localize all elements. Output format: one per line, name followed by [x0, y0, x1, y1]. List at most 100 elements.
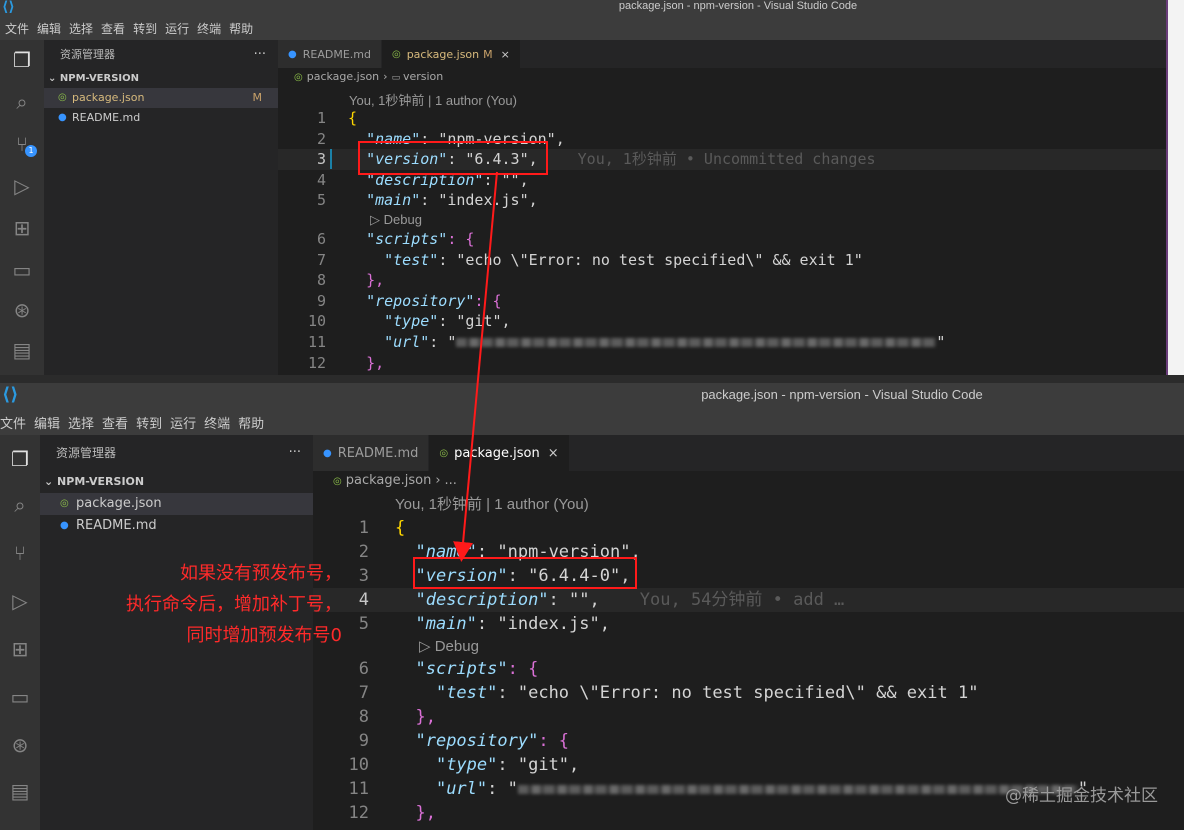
menu-bar: 文件 编辑 选择 查看 转到 运行 终端 帮助 — [0, 407, 1184, 435]
tab-package-json[interactable]: ◎ package.json × — [429, 435, 570, 471]
menu-file[interactable]: 文件 — [5, 14, 37, 40]
explorer-icon[interactable]: ❐ — [0, 48, 44, 72]
json-value: "echo \"Error: no test specified\" && ex… — [517, 683, 979, 703]
json-icon: ◎ — [58, 92, 67, 103]
close-icon[interactable]: × — [548, 446, 559, 461]
menu-selection[interactable]: 选择 — [69, 14, 101, 40]
chevron-right-icon: › — [435, 473, 441, 488]
search-icon[interactable]: ⌕ — [0, 90, 44, 114]
file-item-readme[interactable]: ● README.md — [40, 515, 313, 537]
json-value: "" — [569, 590, 590, 610]
breadcrumb-file[interactable]: package.json — [307, 70, 379, 83]
more-actions-icon[interactable]: ··· — [289, 435, 301, 471]
menu-file[interactable]: 文件 — [0, 407, 34, 435]
file-name: README.md — [72, 111, 141, 124]
menu-go[interactable]: 转到 — [136, 407, 170, 435]
json-key: "main" — [366, 191, 421, 210]
window-title: package.json - npm-version - Visual Stud… — [618, 0, 858, 12]
json-key: "test" — [384, 250, 439, 269]
git-graph-icon[interactable]: ⊛ — [0, 733, 40, 757]
line-number: 1 — [316, 109, 326, 127]
git-blame-annotation: You, 1秒钟前 • Uncommitted changes — [577, 150, 876, 169]
menu-help[interactable]: 帮助 — [229, 14, 261, 40]
tab-modified-badge: M — [483, 47, 493, 61]
menu-terminal[interactable]: 终端 — [204, 407, 238, 435]
title-bar: ⟨⟩ package.json - npm-version - Visual S… — [0, 0, 1166, 14]
menu-help[interactable]: 帮助 — [238, 407, 272, 435]
tab-readme[interactable]: ● README.md — [313, 435, 430, 471]
menu-selection[interactable]: 选择 — [68, 407, 102, 435]
code-line: 9 "repository": { — [278, 291, 1166, 312]
menu-view[interactable]: 查看 — [102, 407, 136, 435]
explorer-icon[interactable]: ❐ — [0, 447, 40, 471]
more-actions-icon[interactable]: ··· — [254, 40, 266, 70]
folder-name: NPM-VERSION — [57, 475, 145, 488]
breadcrumb: ◎ package.json ›... — [313, 473, 1184, 493]
editor-area: ● README.md ◎ package.json M × ◎ package.… — [278, 40, 1166, 375]
file-item-package-json[interactable]: ◎ package.json — [40, 493, 313, 515]
code-line: 10 "type": "git", — [313, 753, 1184, 777]
menu-run[interactable]: 运行 — [170, 407, 204, 435]
run-debug-icon[interactable]: ▷ — [0, 589, 40, 613]
line-number: 12 — [307, 353, 326, 372]
json-key: "main" — [415, 614, 477, 634]
json-value: "index.js" — [438, 191, 529, 210]
line-number: 8 — [358, 707, 369, 727]
codelens-author[interactable]: You, 1秒钟前 | 1 author (You) — [349, 90, 517, 109]
debug-codelens-line: ▷ Debug — [313, 636, 1184, 657]
code-line: 5 "main": "index.js", — [278, 190, 1166, 211]
extensions-icon[interactable]: ⊞ — [0, 637, 40, 661]
menu-edit[interactable]: 编辑 — [37, 14, 69, 40]
git-graph-icon[interactable]: ⊛ — [0, 298, 44, 322]
folder-section[interactable]: ⌄ NPM-VERSION — [44, 70, 278, 88]
debug-codelens[interactable]: ▷ Debug — [419, 636, 479, 657]
json-icon: ◎ — [439, 447, 449, 459]
file-name: package.json — [76, 496, 162, 511]
window-title: package.json - npm-version - Visual Stud… — [701, 387, 983, 402]
source-control-icon[interactable]: ⑂ — [0, 541, 40, 565]
line-number: 10 — [307, 312, 326, 331]
code-line: 12 }, — [278, 353, 1166, 374]
file-item-package-json[interactable]: ◎ package.json M — [44, 88, 278, 108]
json-value: "echo \"Error: no test specified\" && ex… — [456, 250, 863, 269]
code-text: { — [348, 109, 358, 127]
info-icon: ● — [60, 520, 69, 531]
codelens-author[interactable]: You, 1秒钟前 | 1 author (You) — [395, 493, 589, 514]
json-icon: ◎ — [333, 476, 342, 487]
source-control-icon[interactable]: ⑂ — [0, 132, 44, 156]
editor-area: ● README.md ◎ package.json × ◎ package.js… — [313, 435, 1184, 830]
json-icon: ◎ — [391, 48, 401, 60]
file-item-readme[interactable]: ● README.md — [44, 108, 278, 128]
breadcrumb-symbol[interactable]: version — [403, 70, 443, 83]
remote-explorer-icon[interactable]: ▭ — [0, 685, 40, 709]
code-line: 11 "url": " " — [278, 332, 1166, 353]
code-line: 7 "test": "echo \"Error: no test specifi… — [278, 250, 1166, 271]
json-value: "git" — [456, 312, 502, 331]
menu-edit[interactable]: 编辑 — [34, 407, 68, 435]
redacted-url — [517, 784, 1078, 794]
extensions-icon[interactable]: ⊞ — [0, 216, 44, 240]
menu-view[interactable]: 查看 — [101, 14, 133, 40]
run-debug-icon[interactable]: ▷ — [0, 174, 44, 198]
breadcrumb-file[interactable]: package.json — [346, 473, 432, 488]
editor-tabs: ● README.md ◎ package.json × — [313, 435, 1184, 471]
tab-package-json[interactable]: ◎ package.json M × — [381, 40, 521, 68]
close-icon[interactable]: × — [501, 48, 510, 61]
tab-readme[interactable]: ● README.md — [278, 40, 382, 68]
file-name: README.md — [76, 518, 157, 533]
debug-codelens[interactable]: ▷ Debug — [370, 211, 422, 229]
breadcrumb-symbol[interactable]: ... — [445, 473, 457, 488]
line-number: 3 — [316, 150, 326, 169]
menu-run[interactable]: 运行 — [165, 14, 197, 40]
menu-terminal[interactable]: 终端 — [197, 14, 229, 40]
window-gap — [0, 375, 1184, 383]
search-icon[interactable]: ⌕ — [0, 493, 40, 517]
notebook-icon[interactable]: ▤ — [0, 338, 44, 362]
info-icon: ● — [58, 112, 67, 123]
code-line: 5 "main": "index.js", — [313, 612, 1184, 636]
remote-explorer-icon[interactable]: ▭ — [0, 258, 44, 282]
notebook-icon[interactable]: ▤ — [0, 779, 40, 803]
folder-section[interactable]: ⌄ NPM-VERSION — [40, 471, 313, 493]
menu-go[interactable]: 转到 — [133, 14, 165, 40]
activity-bar: ❐ ⌕ ⑂ ▷ ⊞ ▭ ⊛ ▤ — [0, 435, 40, 830]
